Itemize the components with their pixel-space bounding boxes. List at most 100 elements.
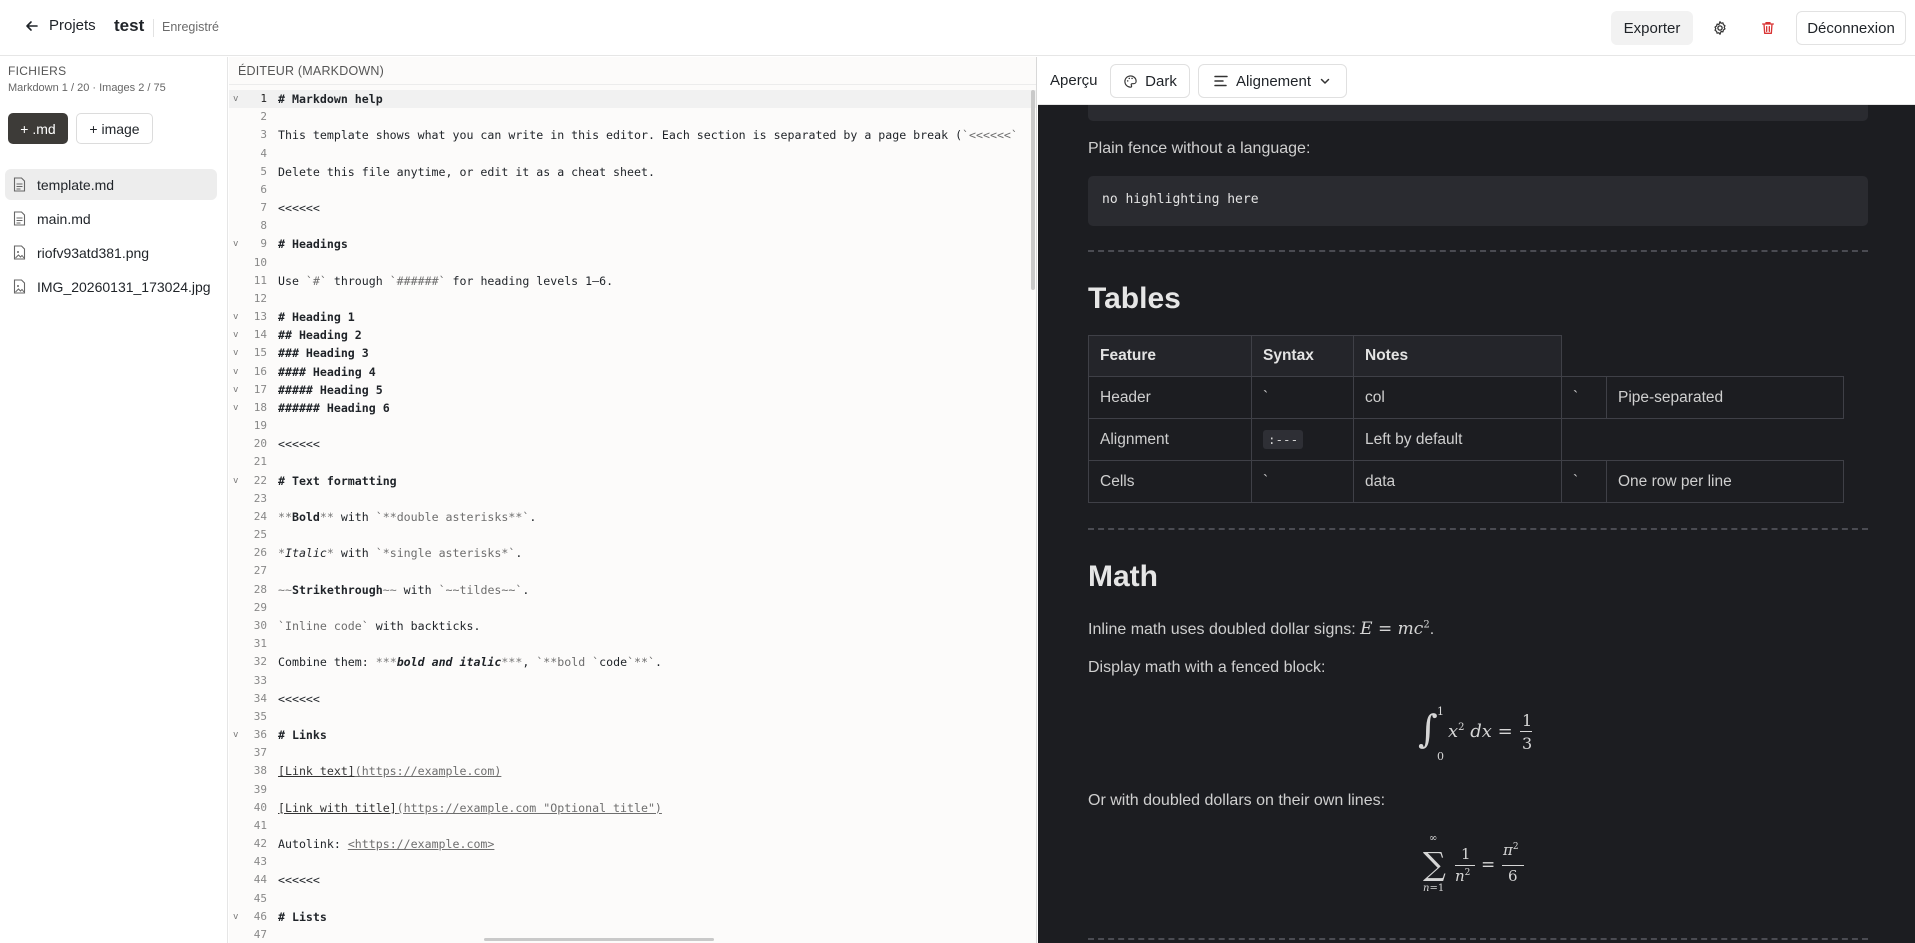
code-text: <<<<<<	[278, 873, 320, 888]
code-line[interactable]: 6	[229, 181, 1036, 199]
editor-vertical-scrollbar[interactable]	[1031, 90, 1035, 290]
code-line[interactable]: 10	[229, 254, 1036, 272]
fold-chevron-icon[interactable]: v	[233, 726, 243, 744]
code-line[interactable]: v 46 # Lists	[229, 908, 1036, 926]
preview-content: Plain fence without a language: no highl…	[1038, 105, 1915, 943]
theme-toggle-button[interactable]: Dark	[1110, 64, 1190, 98]
fold-chevron-icon[interactable]: v	[233, 344, 243, 362]
code-line[interactable]: 45	[229, 890, 1036, 908]
code-line[interactable]: 28 ~~Strikethrough~~ with `~~tildes~~`.	[229, 581, 1036, 599]
add-markdown-button[interactable]: + .md	[8, 113, 68, 144]
code-line[interactable]: 37	[229, 744, 1036, 762]
code-line[interactable]: 2	[229, 108, 1036, 126]
code-line[interactable]: 29	[229, 599, 1036, 617]
add-image-button[interactable]: + image	[76, 113, 153, 144]
settings-button[interactable]	[1706, 14, 1734, 42]
line-number: 37	[253, 746, 267, 760]
code-line[interactable]: 26 *Italic* with `*single asterisks*`.	[229, 544, 1036, 562]
code-line[interactable]: v 18 ###### Heading 6	[229, 399, 1036, 417]
back-to-projects-link[interactable]: Projets	[24, 17, 96, 34]
fold-chevron-icon[interactable]: v	[233, 326, 243, 344]
delete-button[interactable]	[1754, 14, 1782, 42]
file-text-icon	[13, 177, 27, 193]
code-line[interactable]: 20 <<<<<<	[229, 435, 1036, 453]
line-number: 41	[253, 818, 267, 832]
files-stats: Markdown 1 / 20 · Images 2 / 75	[8, 82, 166, 94]
fold-chevron-icon[interactable]: v	[233, 472, 243, 490]
fold-chevron-icon[interactable]: v	[233, 363, 243, 381]
plain-fence-paragraph: Plain fence without a language:	[1088, 140, 1311, 157]
table-cell: col	[1353, 376, 1562, 419]
line-number: 13	[253, 310, 267, 324]
fold-chevron-icon[interactable]: v	[233, 308, 243, 326]
code-line[interactable]: v 17 ##### Heading 5	[229, 381, 1036, 399]
code-line[interactable]: 19	[229, 417, 1036, 435]
code-line[interactable]: 41	[229, 817, 1036, 835]
markdown-editor[interactable]: ÉDITEUR (MARKDOWN) v 1 # Markdown help 2 3 Th…	[229, 57, 1037, 943]
table-cell: data	[1353, 460, 1562, 503]
code-line[interactable]: 33	[229, 672, 1036, 690]
code-line[interactable]: 39	[229, 781, 1036, 799]
code-line[interactable]: 42 Autolink: <https://example.com>	[229, 835, 1036, 853]
code-line[interactable]: 32 Combine them: ***bold and italic***, `…	[229, 653, 1036, 671]
code-line[interactable]: 27	[229, 562, 1036, 580]
code-line[interactable]: 30 `Inline code` with backticks.	[229, 617, 1036, 635]
file-item-png[interactable]: riofv93atd381.png	[5, 237, 217, 268]
editor-horizontal-scrollbar[interactable]	[484, 938, 714, 941]
code-line[interactable]: 44 <<<<<<	[229, 871, 1036, 889]
code-line[interactable]: v 22 # Text formatting	[229, 472, 1036, 490]
table-header-cell: Feature	[1088, 335, 1252, 377]
code-line[interactable]: 38 [Link text](https://example.com)	[229, 762, 1036, 780]
fold-chevron-icon[interactable]: v	[233, 90, 243, 108]
math-inline-paragraph: Inline math uses doubled dollar signs: E…	[1088, 619, 1435, 639]
fold-chevron-icon[interactable]: v	[233, 381, 243, 399]
line-number: 19	[253, 419, 267, 433]
code-line[interactable]: v 15 ### Heading 3	[229, 344, 1036, 362]
file-item-main-md[interactable]: main.md	[5, 203, 217, 234]
code-line[interactable]: v 14 ## Heading 2	[229, 326, 1036, 344]
file-item-jpg[interactable]: IMG_20260131_173024.jpg	[5, 271, 217, 302]
line-number: 11	[253, 273, 267, 287]
line-number: 36	[253, 728, 267, 742]
code-line[interactable]: 5 Delete this file anytime, or edit it as…	[229, 163, 1036, 181]
code-line[interactable]: 11 Use `#` through `######` for heading l…	[229, 272, 1036, 290]
code-text: [Link with title](https://example.com "O…	[278, 800, 662, 815]
code-text: `Inline code` with backticks.	[278, 618, 481, 633]
code-line[interactable]: 31	[229, 635, 1036, 653]
code-block-partial	[1088, 105, 1868, 121]
code-line[interactable]: 25	[229, 526, 1036, 544]
export-button[interactable]: Exporter	[1611, 11, 1693, 45]
fold-chevron-icon[interactable]: v	[233, 235, 243, 253]
fold-chevron-icon[interactable]: v	[233, 908, 243, 926]
code-line[interactable]: 35	[229, 708, 1036, 726]
alignment-dropdown[interactable]: Alignement	[1198, 64, 1347, 98]
code-line[interactable]: 23	[229, 490, 1036, 508]
table-cell: Left by default	[1353, 418, 1562, 461]
code-line[interactable]: 24 **Bold** with `**double asterisks**`.	[229, 508, 1036, 526]
code-line[interactable]: 3 This template shows what you can write …	[229, 126, 1036, 144]
table-header-cell: Notes	[1353, 335, 1562, 377]
code-area[interactable]: v 1 # Markdown help 2 3 This template shows w…	[229, 90, 1036, 943]
code-line[interactable]: v 13 # Heading 1	[229, 308, 1036, 326]
file-item-template-md[interactable]: template.md	[5, 169, 217, 200]
code-line[interactable]: v 9 # Headings	[229, 235, 1036, 253]
code-line[interactable]: v 1 # Markdown help	[229, 90, 1036, 109]
code-line[interactable]: 34 <<<<<<	[229, 690, 1036, 708]
table-cell: Pipe-separated	[1606, 376, 1844, 419]
code-line[interactable]: 43	[229, 853, 1036, 871]
file-name: template.md	[37, 176, 115, 193]
arrow-left-icon	[26, 20, 38, 31]
code-line[interactable]: v 16 #### Heading 4	[229, 363, 1036, 381]
code-text: This template shows what you can write i…	[278, 128, 1018, 143]
code-line[interactable]: 40 [Link with title](https://example.com …	[229, 799, 1036, 817]
code-line[interactable]: 7 <<<<<<	[229, 199, 1036, 217]
code-line[interactable]: 4	[229, 145, 1036, 163]
code-line[interactable]: v 36 # Links	[229, 726, 1036, 744]
code-line[interactable]: 21	[229, 453, 1036, 471]
logout-button[interactable]: Déconnexion	[1796, 11, 1906, 45]
code-line[interactable]: 12	[229, 290, 1036, 308]
code-text: # Markdown help	[278, 92, 383, 106]
project-name: test	[114, 16, 145, 35]
fold-chevron-icon[interactable]: v	[233, 399, 243, 417]
code-line[interactable]: 8	[229, 217, 1036, 235]
